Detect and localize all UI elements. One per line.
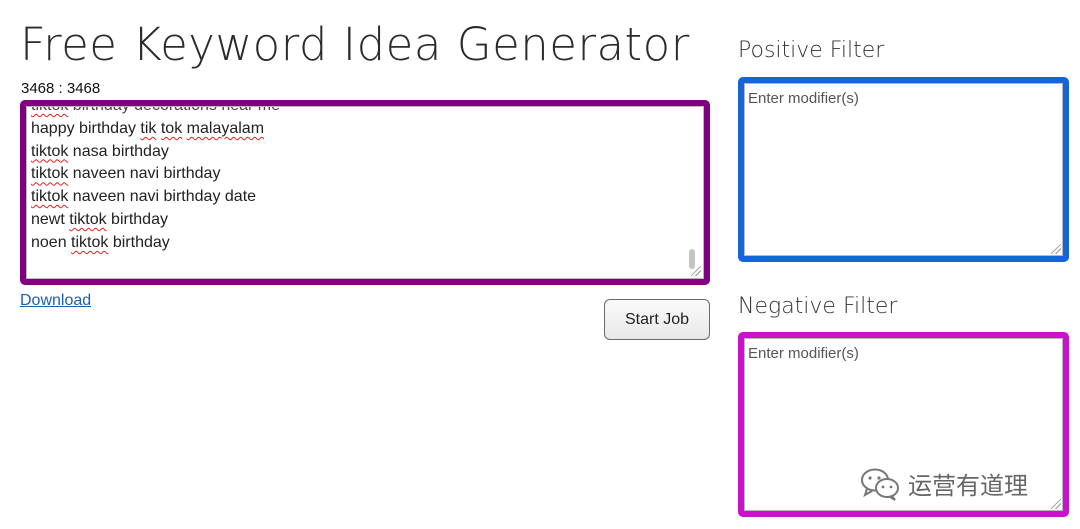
misspelled-word: tiktok bbox=[31, 107, 68, 114]
result-line: tiktok nasa birthday bbox=[31, 141, 280, 164]
misspelled-word: tiktok bbox=[69, 210, 107, 228]
misspelled-word: malayalam bbox=[186, 119, 265, 137]
line-text: naveen navi birthday bbox=[68, 165, 221, 183]
misspelled-word: tiktok bbox=[71, 233, 109, 251]
line-text: birthday decorations near me bbox=[68, 107, 280, 114]
line-text: newt bbox=[31, 210, 70, 228]
watermark: 运营有道理 bbox=[860, 466, 1028, 501]
result-line: tiktok birthday decorations near me bbox=[31, 107, 280, 118]
result-line: newt tiktok birthday bbox=[31, 209, 280, 232]
line-text: naveen navi birthday date bbox=[68, 188, 257, 206]
positive-filter-input[interactable] bbox=[744, 83, 1063, 256]
results-textarea-frame: tiktok birthday decorations near mehappy… bbox=[20, 100, 710, 285]
line-text: noen bbox=[31, 233, 72, 251]
resize-grip-icon[interactable] bbox=[691, 266, 701, 276]
positive-filter-frame bbox=[738, 77, 1069, 262]
result-counter: 3468 : 3468 bbox=[21, 80, 101, 97]
results-textarea[interactable]: tiktok birthday decorations near mehappy… bbox=[26, 106, 704, 279]
start-job-button[interactable]: Start Job bbox=[604, 299, 710, 340]
result-line: tiktok naveen navi birthday bbox=[31, 163, 280, 186]
positive-filter-label: Positive Filter bbox=[738, 38, 885, 63]
resize-grip-icon[interactable] bbox=[1051, 244, 1061, 254]
wechat-icon bbox=[861, 468, 899, 501]
results-list: tiktok birthday decorations near mehappy… bbox=[31, 107, 280, 255]
result-line: happy birthday tik tok malayalam bbox=[31, 118, 280, 141]
line-text: birthday bbox=[106, 210, 168, 228]
download-link[interactable]: Download bbox=[20, 292, 91, 310]
misspelled-word: tik bbox=[140, 119, 157, 137]
result-line: tiktok naveen navi birthday date bbox=[31, 186, 280, 209]
watermark-text: 运营有道理 bbox=[908, 473, 1028, 500]
misspelled-word: tiktok bbox=[31, 188, 69, 206]
resize-grip-icon[interactable] bbox=[1051, 499, 1061, 509]
result-line: noen tiktok birthday bbox=[31, 232, 280, 255]
misspelled-word: tok bbox=[160, 119, 183, 137]
page-title: Free Keyword Idea Generator bbox=[20, 18, 690, 71]
line-text: nasa birthday bbox=[68, 142, 169, 160]
negative-filter-label: Negative Filter bbox=[738, 294, 898, 319]
line-text: happy birthday bbox=[31, 119, 141, 137]
line-text: birthday bbox=[108, 233, 170, 251]
misspelled-word: tiktok bbox=[31, 165, 69, 183]
misspelled-word: tiktok bbox=[31, 142, 69, 160]
